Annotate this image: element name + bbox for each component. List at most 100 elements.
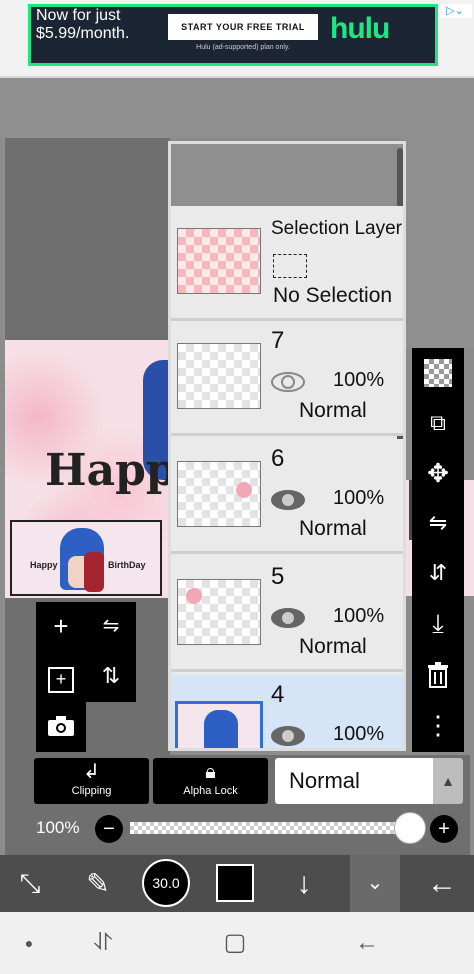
clipping-icon: ↲ <box>83 761 100 783</box>
layer-blend-mode: Normal <box>299 517 367 540</box>
selection-layer-name: Selection Layer <box>271 218 402 239</box>
add-layer-button[interactable]: + <box>37 604 85 648</box>
ad-brand-logo: hulu <box>330 12 390 45</box>
layer-opacity: 100% <box>333 369 385 391</box>
artwork-text: Happy <box>45 445 169 496</box>
clipping-label: Clipping <box>71 785 112 797</box>
more-button[interactable]: ⋮ <box>412 700 464 750</box>
home-icon[interactable]: ▢ <box>210 912 260 974</box>
trash-icon <box>428 662 448 688</box>
flip-layer-button[interactable]: ⇋ <box>87 604 135 648</box>
layer-thumbnail <box>177 461 261 527</box>
layer-blend-mode: Normal <box>299 635 367 658</box>
brush-tool-button[interactable]: ✎ <box>68 855 128 912</box>
layer-opacity: 100% <box>333 605 385 627</box>
layer-number: 4 <box>271 681 285 708</box>
color-swatch[interactable] <box>216 864 254 902</box>
thumbnail-text-right: BirthDay <box>108 560 146 570</box>
layer-opacity: 100% <box>333 487 385 509</box>
brush-icon: ✎ <box>86 868 110 899</box>
duplicate-layer-button[interactable]: + <box>37 654 85 698</box>
more-icon: ⋮ <box>425 710 451 740</box>
navigator-thumbnail[interactable]: Happy BirthDay <box>10 520 162 596</box>
layer-thumbnail <box>177 343 261 409</box>
layer-row[interactable]: 5 100% Normal <box>171 557 403 672</box>
ad-cta-button[interactable]: START YOUR FREE TRIAL <box>168 14 318 40</box>
opacity-increase-button[interactable]: + <box>430 815 458 843</box>
layer-number: 5 <box>271 563 285 590</box>
thumbnail-heart <box>236 482 252 498</box>
checkerboard-button[interactable] <box>412 348 464 398</box>
transform-button[interactable]: ⧉ <box>412 398 464 448</box>
alpha-lock-button[interactable]: 🔒︎ Alpha Lock <box>153 758 268 804</box>
add-copy-icon: + <box>48 667 74 693</box>
tool-transform-button[interactable]: ⤡ <box>0 855 60 912</box>
merge-down-button[interactable]: ⤓ <box>412 598 464 648</box>
flip-vertical-button[interactable]: ⇵ <box>412 548 464 598</box>
ad-fine-print: Hulu (ad-supported) plan only. <box>196 44 290 51</box>
arrow-down-icon: ↓ <box>296 867 312 900</box>
opacity-slider[interactable] <box>130 822 410 834</box>
opacity-label: 100% <box>36 818 80 837</box>
merge-down-icon: ⤓ <box>432 608 444 638</box>
blend-mode-select[interactable]: Normal <box>275 758 433 804</box>
layer-thumbnail <box>175 701 263 748</box>
clipping-button[interactable]: ↲ Clipping <box>34 758 149 804</box>
layer-panel[interactable]: Selection Layer No Selection 7 100% Norm… <box>168 141 406 751</box>
layer-row[interactable]: 7 100% Normal <box>171 321 403 436</box>
checkerboard-icon <box>424 359 452 387</box>
layer-number: 7 <box>271 327 285 354</box>
layer-panel-header <box>171 144 403 206</box>
canvas-top-area <box>0 78 474 138</box>
adchoices-icon[interactable]: ▷⌄ <box>438 4 472 18</box>
layer-blend-mode: Normal <box>299 399 367 422</box>
layer-opacity: 100% <box>333 723 385 745</box>
nav-dot-icon[interactable]: ● <box>4 912 54 974</box>
expand-menu-button[interactable]: ⌄ <box>350 855 400 912</box>
selection-layer-row[interactable]: Selection Layer No Selection <box>171 206 403 321</box>
blend-mode-dropdown-icon[interactable]: ▲ <box>433 758 463 804</box>
flip-vertical-icon: ⇵ <box>428 560 448 585</box>
back-button[interactable]: ← <box>412 855 472 912</box>
move-icon: ✥ <box>427 458 449 488</box>
move-button[interactable]: ✥ <box>412 448 464 498</box>
recent-apps-icon[interactable]: ⥯ <box>78 912 128 974</box>
magic-wand-icon: ⤡ <box>19 868 41 898</box>
delete-layer-button[interactable] <box>412 650 464 700</box>
eye-icon[interactable] <box>271 607 305 629</box>
layer-number: 6 <box>271 445 285 472</box>
thumbnail-character <box>204 710 238 748</box>
selection-status: No Selection <box>273 284 393 307</box>
brush-size-button[interactable]: 30.0 <box>142 859 190 907</box>
selection-layer-thumbnail <box>177 228 261 294</box>
flip-horizontal-icon: ⇋ <box>428 510 448 535</box>
eye-icon[interactable] <box>271 489 305 511</box>
eye-icon[interactable] <box>271 725 305 747</box>
alpha-lock-label: Alpha Lock <box>183 785 238 797</box>
camera-icon <box>48 716 74 736</box>
flip-horizontal-button[interactable]: ⇋ <box>412 498 464 548</box>
transform-icon: ⧉ <box>430 410 446 435</box>
thumbnail-hair-red <box>84 552 104 592</box>
arrow-left-icon: ← <box>427 867 457 900</box>
layer-row[interactable]: 6 100% Normal <box>171 439 403 554</box>
eye-icon[interactable] <box>271 371 305 393</box>
camera-button[interactable] <box>37 704 85 748</box>
flip-icon: ⇋ <box>102 615 120 637</box>
canvas-right-area <box>405 138 474 348</box>
opacity-decrease-button[interactable]: − <box>95 815 123 843</box>
layer-down-button[interactable]: ↓ <box>274 855 334 912</box>
right-toolbar: ⧉ ✥ ⇋ ⇵ ⤓ ⋮ <box>412 348 464 752</box>
ad-headline: Now for just $5.99/month. <box>36 7 130 42</box>
layer-thumbnail <box>177 579 261 645</box>
nav-back-icon[interactable]: ← <box>342 912 392 974</box>
opacity-slider-handle[interactable] <box>394 812 426 844</box>
merge-layer-button[interactable]: ⇅ <box>87 654 135 698</box>
selection-marquee-icon <box>273 254 307 278</box>
plus-icon: + <box>53 611 69 641</box>
lock-icon: 🔒︎ <box>205 761 216 783</box>
merge-icon: ⇅ <box>101 663 121 688</box>
layer-row-selected[interactable]: 4 100% <box>171 675 403 748</box>
double-chevron-down-icon: ⌄ <box>366 872 384 894</box>
thumbnail-text-left: Happy <box>30 560 58 570</box>
